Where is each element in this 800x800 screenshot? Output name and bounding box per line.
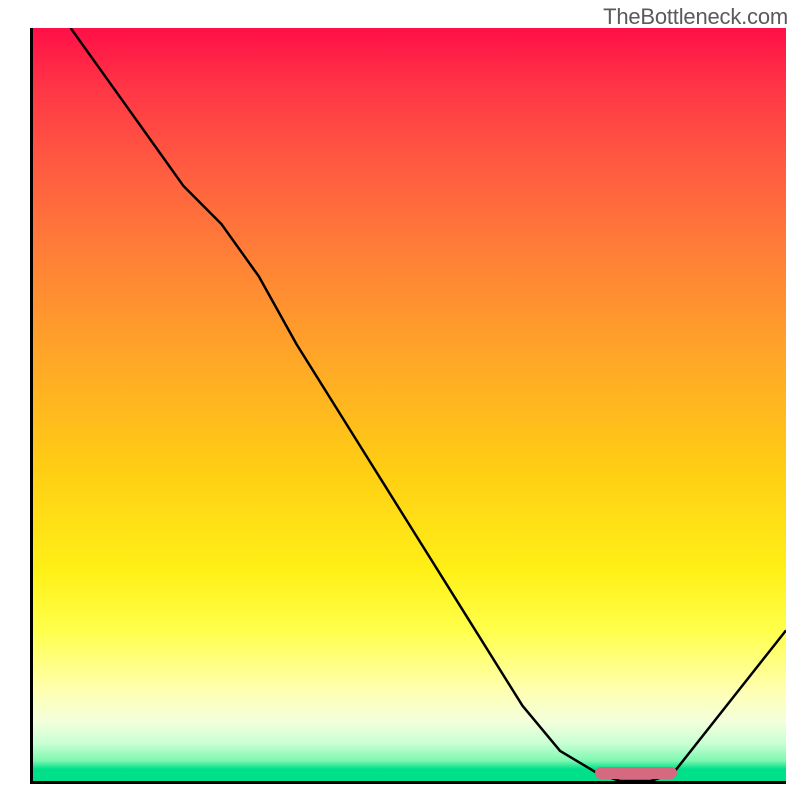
watermark-text: TheBottleneck.com <box>603 4 788 30</box>
bottleneck-curve <box>33 28 786 781</box>
plot-area <box>30 28 786 784</box>
curve-path <box>71 28 786 781</box>
optimal-range-bar <box>595 767 677 779</box>
